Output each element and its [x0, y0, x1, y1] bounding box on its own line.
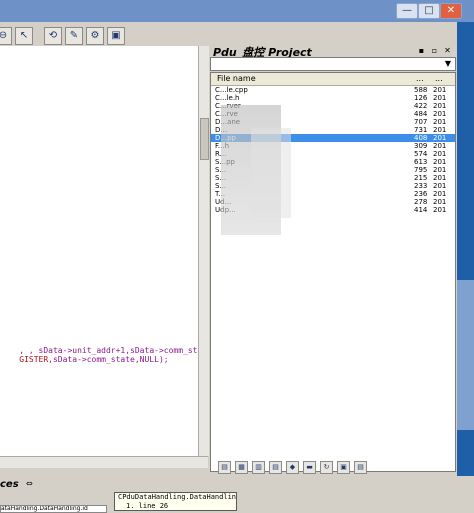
- close-icon[interactable]: ✕: [443, 46, 452, 55]
- file-name: C...le.h: [215, 94, 240, 102]
- editor-vertical-scrollbar[interactable]: [198, 46, 209, 456]
- file-view-icon[interactable]: ▦: [235, 460, 248, 474]
- file-date: 201: [433, 174, 447, 182]
- file-row[interactable]: C...le.h 126 201: [211, 94, 455, 102]
- class-view-icon[interactable]: ▤: [218, 460, 231, 474]
- cursor-help-icon[interactable]: ↖: [15, 27, 33, 45]
- file-size: 309: [414, 142, 428, 150]
- close-button[interactable]: ✕: [440, 3, 462, 19]
- file-size: 484: [414, 110, 428, 118]
- panel-toolbar: ▤ ▦ ▥ ▤ ◆ ▬ ↻ ▣ ▤: [218, 460, 367, 474]
- file-size: 731: [414, 126, 428, 134]
- file-list[interactable]: File name ... ... C...le.cpp 588 201 C...le…: [210, 72, 456, 472]
- refresh-icon[interactable]: ↻: [320, 460, 333, 474]
- palette-icon[interactable]: ◆: [286, 460, 299, 474]
- file-date: 201: [433, 190, 447, 198]
- file-size: 233: [414, 182, 428, 190]
- tooltip-line-1: CPduDataHandling.DataHandling: [118, 493, 237, 501]
- pin-icon[interactable]: ▪: [417, 46, 426, 55]
- file-size: 795: [414, 166, 428, 174]
- file-date: 201: [433, 102, 447, 110]
- file-date: 201: [433, 166, 447, 174]
- file-date: 201: [433, 142, 447, 150]
- project-selector[interactable]: ▼: [210, 57, 456, 71]
- redaction-blur: [251, 128, 291, 218]
- code-line-2-keyword: GISTER,: [19, 355, 53, 364]
- scroll-thumb[interactable]: [200, 118, 209, 160]
- zoom-out-icon[interactable]: ⊖: [0, 27, 12, 45]
- file-size: 408: [414, 134, 428, 142]
- code-editor[interactable]: , , sData->unit_addr+1,sData->comm_state…: [0, 46, 199, 456]
- file-date: 201: [433, 182, 447, 190]
- tooltip: CPduDataHandling.DataHandling 1. line 26: [114, 492, 237, 511]
- file-date: 201: [433, 198, 447, 206]
- file-date: 201: [433, 134, 447, 142]
- file-date: 201: [433, 118, 447, 126]
- file-list-header: File name ... ...: [211, 73, 455, 86]
- code-line-2: sData->comm_state,NULL);: [52, 355, 169, 364]
- grid-view-icon[interactable]: ▥: [252, 460, 265, 474]
- file-size: 574: [414, 150, 428, 158]
- run-icon[interactable]: ▣: [107, 27, 125, 45]
- file-size: 613: [414, 158, 428, 166]
- toggle-view-icon[interactable]: ⟲: [44, 27, 62, 45]
- settings-icon[interactable]: ⚙: [86, 27, 104, 45]
- file-size: 422: [414, 102, 428, 110]
- page-icon[interactable]: ▣: [337, 460, 350, 474]
- header-date[interactable]: ...: [435, 74, 443, 83]
- file-date: 201: [433, 94, 447, 102]
- title-bar: — □ ✕: [0, 0, 474, 22]
- chevron-down-icon[interactable]: ▼: [442, 58, 454, 70]
- list-view-icon[interactable]: ▤: [269, 460, 282, 474]
- background-window-highlight: [457, 280, 474, 430]
- book-icon[interactable]: ▤: [354, 460, 367, 474]
- file-size: 707: [414, 118, 428, 126]
- file-date: 201: [433, 126, 447, 134]
- file-size: 126: [414, 94, 428, 102]
- edit-icon[interactable]: ✎: [65, 27, 83, 45]
- restore-icon[interactable]: ▫: [430, 46, 439, 55]
- maximize-button[interactable]: □: [418, 3, 440, 19]
- file-size: 278: [414, 198, 428, 206]
- file-size: 414: [414, 206, 428, 214]
- file-date: 201: [433, 110, 447, 118]
- file-size: 236: [414, 190, 428, 198]
- header-filename[interactable]: File name: [217, 74, 256, 83]
- file-size: 588: [414, 86, 428, 94]
- header-size[interactable]: ...: [416, 74, 424, 83]
- file-row[interactable]: C...le.cpp 588 201: [211, 86, 455, 94]
- file-date: 201: [433, 86, 447, 94]
- file-date: 201: [433, 150, 447, 158]
- file-date: 201: [433, 158, 447, 166]
- main-toolbar: ⊖ ↖ ⟲ ✎ ⚙ ▣: [0, 26, 125, 46]
- dock-icon[interactable]: ⇔: [26, 479, 40, 489]
- tooltip-line-2: 1. line 26: [126, 502, 169, 510]
- file-size: 215: [414, 174, 428, 182]
- minimize-button[interactable]: —: [396, 3, 418, 19]
- file-name: C...le.cpp: [215, 86, 248, 94]
- folder-icon[interactable]: ▬: [303, 460, 316, 474]
- editor-horizontal-scrollbar[interactable]: [0, 456, 208, 468]
- project-panel: Pdu_盘控 Project ▪ ▫ ✕ ▼ File name ... ...…: [210, 42, 457, 476]
- file-date: 201: [433, 206, 447, 214]
- output-pane-title: ces: [0, 479, 19, 490]
- method-box[interactable]: ataHandling.DataHandling.id: [0, 505, 107, 513]
